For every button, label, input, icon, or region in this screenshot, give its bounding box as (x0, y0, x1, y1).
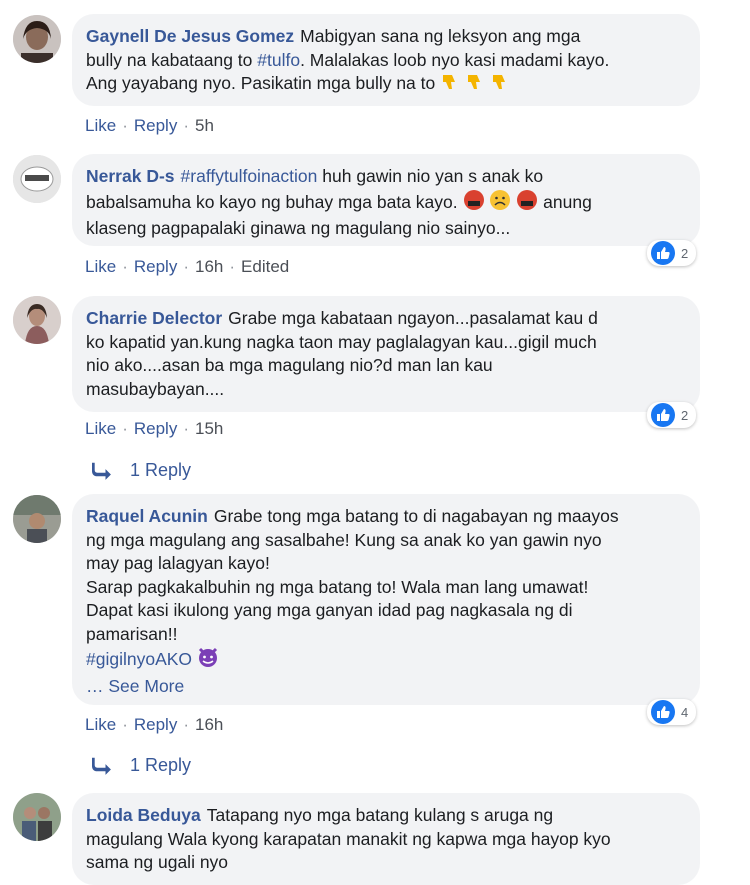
view-replies-link[interactable]: 1 Reply (92, 460, 191, 481)
comment-text: nio ako....asan ba mga magulang nio?d ma… (86, 355, 493, 375)
like-link[interactable]: Like (85, 116, 116, 135)
comment-text: Tatapang nyo mga batang kulang s aruga n… (206, 805, 554, 825)
hashtag-link[interactable]: #gigilnyoAKO (86, 649, 192, 669)
comment-text: Grabe tong mga batang to di nagabayan ng… (213, 506, 619, 526)
comment-text: ng mga magulang ang sasalbahe! Kung sa a… (86, 529, 602, 550)
reply-arrow-icon (92, 757, 111, 775)
thumbs-down-emoji (465, 72, 485, 99)
comment-bubble: Loida Beduya Tatapang nyo mga batang kula… (72, 793, 700, 885)
comment-text: Grabe mga kabataan ngayon...pasalamat ka… (228, 308, 598, 328)
comment-text: Dapat kasi ikulong yang mga ganyan idad … (86, 600, 573, 620)
view-replies-link[interactable]: 1 Reply (92, 755, 191, 776)
avatar[interactable] (13, 15, 61, 63)
separator: · (122, 419, 128, 438)
reply-link[interactable]: Reply (134, 257, 177, 276)
separator: · (122, 715, 128, 734)
thumbs-down-emoji (490, 72, 510, 99)
comment-bubble: Charrie Delector Grabe mga kabataan ngayo… (72, 296, 700, 412)
comment-text: Mabigyan sana ng leksyon ang mga (300, 26, 581, 46)
comment-text: may pag lalagyan kayo! (86, 553, 270, 573)
reaction-count[interactable]: 4 (647, 699, 697, 725)
separator: · (183, 116, 189, 135)
avatar[interactable] (13, 155, 61, 203)
comment-text: bully na kabataang to (86, 49, 258, 70)
like-link[interactable]: Like (85, 715, 116, 734)
like-link[interactable]: Like (85, 419, 116, 438)
separator: · (183, 419, 189, 438)
avatar[interactable] (13, 495, 61, 543)
swearing-face-emoji (516, 189, 538, 218)
like-link[interactable]: Like (85, 257, 116, 276)
avatar[interactable] (13, 296, 61, 344)
comment-author[interactable]: Charrie Delector (86, 308, 222, 328)
separator: · (183, 257, 189, 276)
avatar[interactable] (13, 793, 61, 841)
reply-arrow-icon (92, 462, 111, 480)
timestamp[interactable]: 5h (195, 116, 214, 135)
comment-text: ko kapatid yan.kung nagka taon may pagla… (86, 331, 597, 352)
devil-face-emoji (197, 646, 219, 675)
comment-author[interactable]: Gaynell De Jesus Gomez (86, 26, 294, 46)
comment-text: Ang yayabang nyo. Pasikatin mga bully na… (86, 73, 436, 93)
comment-author[interactable]: Loida Beduya (86, 805, 201, 825)
separator: · (183, 715, 189, 734)
comment-text: masubaybayan.... (86, 378, 225, 399)
reaction-count-value: 4 (681, 704, 689, 720)
comment-text: . Malalakas loob nyo kasi madami kayo. (300, 49, 610, 70)
timestamp[interactable]: 16h (195, 257, 223, 276)
edited-label[interactable]: Edited (241, 257, 289, 276)
frowning-face-emoji (489, 189, 511, 218)
comment-actions: Like · Reply · 16h · Edited (85, 257, 289, 277)
reply-link[interactable]: Reply (134, 116, 177, 135)
swearing-face-emoji (463, 189, 485, 218)
replies-count: 1 Reply (130, 460, 192, 480)
reply-link[interactable]: Reply (134, 715, 177, 734)
separator: · (122, 257, 128, 276)
comment-text: babalsamuha ko kayo ng buhay mga bata ka… (86, 191, 458, 212)
comment-text: Sarap pagkakalbuhin ng mga batang to! Wa… (86, 576, 589, 597)
comment-text: pamarisan!! (86, 623, 178, 644)
comment-author[interactable]: Raquel Acunin (86, 506, 208, 526)
reaction-count[interactable]: 2 (647, 402, 697, 428)
separator: · (229, 257, 236, 276)
timestamp[interactable]: 16h (195, 715, 223, 734)
comment-actions: Like · Reply · 15h (85, 419, 223, 439)
thumbs-down-emoji (440, 72, 460, 99)
comment-actions: Like · Reply · 5h (85, 116, 214, 136)
reaction-count-value: 2 (681, 245, 689, 261)
see-more-link[interactable]: … See More (86, 676, 184, 696)
timestamp[interactable]: 15h (195, 419, 223, 438)
comment-text: huh gawin nio yan s anak ko (317, 166, 544, 186)
comment-actions: Like · Reply · 16h (85, 715, 223, 735)
reaction-count[interactable]: 2 (647, 240, 697, 266)
reply-link[interactable]: Reply (134, 419, 177, 438)
like-reaction-icon (651, 403, 675, 427)
hashtag-link[interactable]: #tulfo (257, 50, 300, 70)
comment-text: klaseng pagpapalaki ginawa ng magulang n… (86, 218, 511, 238)
comment-text: magulang Wala kyong karapatan manakit ng… (86, 828, 611, 849)
like-reaction-icon (651, 241, 675, 265)
replies-count: 1 Reply (130, 755, 192, 775)
like-reaction-icon (651, 700, 675, 724)
separator: · (122, 116, 128, 135)
reaction-count-value: 2 (681, 407, 689, 423)
hashtag-link[interactable]: #raffytulfoinaction (181, 166, 318, 186)
comment-bubble: Gaynell De Jesus Gomez Mabigyan sana ng l… (72, 14, 700, 106)
comment-bubble: Raquel Acunin Grabe tong mga batang to di… (72, 494, 700, 705)
comment-bubble: Nerrak D-s #raffytulfoinaction huh gawin … (72, 154, 700, 246)
comment-author[interactable]: Nerrak D-s (86, 166, 175, 186)
comment-text: anung (543, 191, 592, 212)
